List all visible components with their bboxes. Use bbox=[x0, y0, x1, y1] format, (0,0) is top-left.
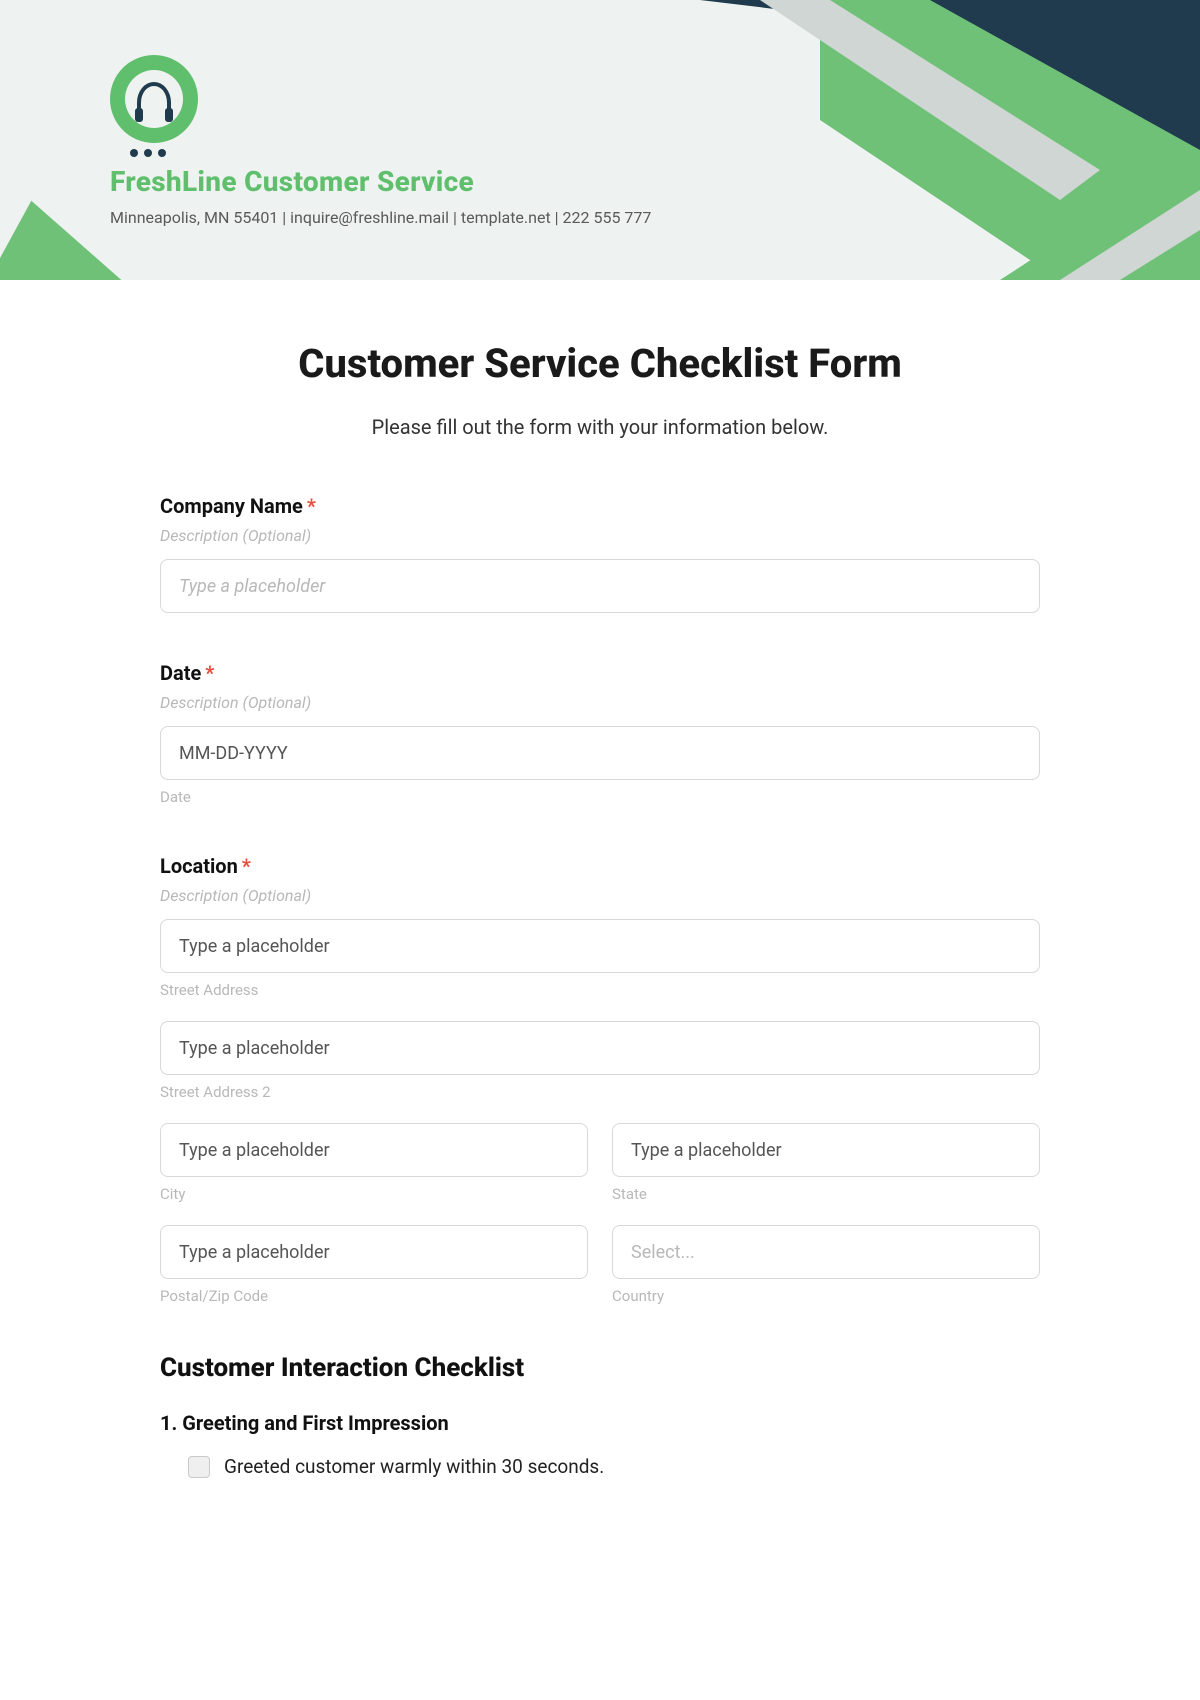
state-input[interactable] bbox=[612, 1123, 1040, 1177]
date-input[interactable] bbox=[160, 726, 1040, 780]
form-container: Customer Service Checklist Form Please f… bbox=[140, 340, 1060, 1538]
date-label: Date* bbox=[160, 661, 1040, 685]
city-input[interactable] bbox=[160, 1123, 588, 1177]
street-address-2-input[interactable] bbox=[160, 1021, 1040, 1075]
field-date: Date* Description (Optional) Date bbox=[160, 661, 1040, 806]
postal-sublabel: Postal/Zip Code bbox=[160, 1287, 588, 1305]
location-label-text: Location bbox=[160, 854, 238, 878]
postal-input[interactable] bbox=[160, 1225, 588, 1279]
street-address-sublabel: Street Address bbox=[160, 981, 1040, 999]
date-label-text: Date bbox=[160, 661, 201, 685]
logo bbox=[110, 55, 198, 143]
state-sublabel: State bbox=[612, 1185, 1040, 1203]
headset-icon bbox=[137, 82, 171, 116]
checklist-item-1-label: Greeted customer warmly within 30 second… bbox=[224, 1455, 604, 1478]
date-sublabel: Date bbox=[160, 788, 1040, 806]
required-mark: * bbox=[307, 494, 316, 518]
field-company-name: Company Name* Description (Optional) bbox=[160, 494, 1040, 613]
checklist-item-1: Greeted customer warmly within 30 second… bbox=[160, 1455, 1040, 1478]
form-subtitle: Please fill out the form with your infor… bbox=[160, 415, 1040, 439]
required-mark: * bbox=[242, 854, 251, 878]
location-label: Location* bbox=[160, 854, 1040, 878]
country-sublabel: Country bbox=[612, 1287, 1040, 1305]
required-mark: * bbox=[205, 661, 214, 685]
form-title: Customer Service Checklist Form bbox=[160, 340, 1040, 387]
date-desc: Description (Optional) bbox=[160, 693, 1040, 712]
field-location: Location* Description (Optional) Street … bbox=[160, 854, 1040, 1305]
brand-title: FreshLine Customer Service bbox=[110, 165, 651, 198]
checkbox[interactable] bbox=[188, 1456, 210, 1478]
checklist-section-title: Customer Interaction Checklist bbox=[160, 1353, 1040, 1383]
company-name-desc: Description (Optional) bbox=[160, 526, 1040, 545]
city-sublabel: City bbox=[160, 1185, 588, 1203]
page-header: FreshLine Customer Service Minneapolis, … bbox=[0, 0, 1200, 280]
brand-subtitle: Minneapolis, MN 55401 | inquire@freshlin… bbox=[110, 208, 651, 227]
company-name-input[interactable] bbox=[160, 559, 1040, 613]
company-name-label: Company Name* bbox=[160, 494, 1040, 518]
street-address-input[interactable] bbox=[160, 919, 1040, 973]
location-desc: Description (Optional) bbox=[160, 886, 1040, 905]
street-address-2-sublabel: Street Address 2 bbox=[160, 1083, 1040, 1101]
country-select[interactable] bbox=[612, 1225, 1040, 1279]
checklist-subsection-1: 1. Greeting and First Impression bbox=[160, 1411, 1040, 1435]
company-name-label-text: Company Name bbox=[160, 494, 303, 518]
